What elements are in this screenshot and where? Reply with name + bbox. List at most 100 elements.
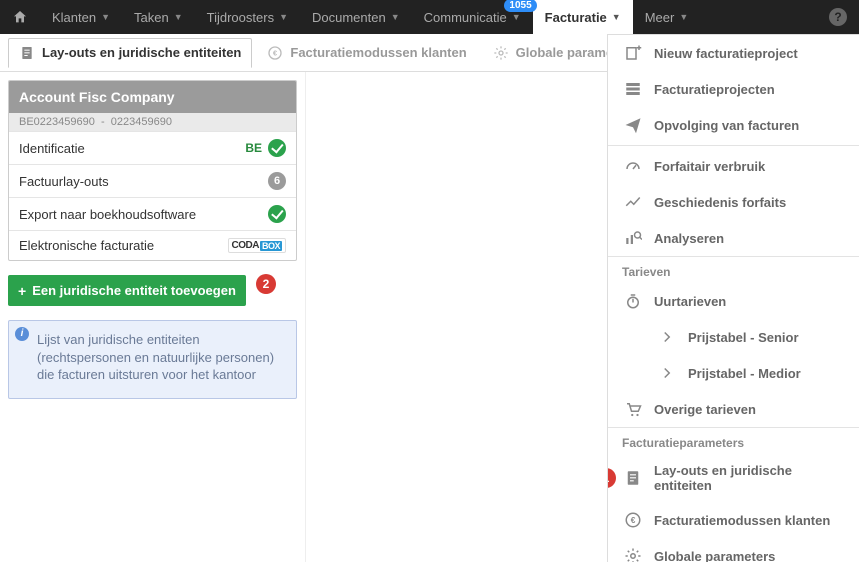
- nav-label: Documenten: [312, 10, 386, 25]
- nav-documenten[interactable]: Documenten ▼: [300, 0, 412, 34]
- entity-card[interactable]: Account Fisc Company BE0223459690 - 0223…: [8, 80, 297, 261]
- nav-label: Klanten: [52, 10, 96, 25]
- menu-label: Facturatieprojecten: [654, 82, 775, 97]
- caret-down-icon: ▼: [512, 12, 521, 22]
- menu-uurtarieven[interactable]: Uurtarieven: [608, 283, 859, 319]
- menu-label: Geschiedenis forfaits: [654, 195, 786, 210]
- entity-card-title: Account Fisc Company: [9, 81, 296, 113]
- menu-globale-parameters[interactable]: Globale parameters: [608, 538, 859, 562]
- section-tarieven: Tarieven: [608, 256, 859, 283]
- row-factuurlayouts[interactable]: Factuurlay-outs 6: [9, 164, 296, 197]
- tab-label: Lay-outs en juridische entiteiten: [42, 45, 241, 60]
- callout-2: 2: [256, 274, 276, 294]
- caret-down-icon: ▼: [391, 12, 400, 22]
- row-elektronische-facturatie[interactable]: Elektronische facturatie CODABOX: [9, 230, 296, 260]
- info-text: Lijst van juridische entiteiten (rechtsp…: [37, 331, 284, 384]
- menu-label: Facturatiemodussen klanten: [654, 513, 830, 528]
- menu-prijstabel-medior[interactable]: Prijstabel - Medior: [608, 355, 859, 391]
- menu-facturatieprojecten[interactable]: Facturatieprojecten: [608, 71, 859, 107]
- menu-label: Prijstabel - Senior: [688, 330, 799, 345]
- button-label: Een juridische entiteit toevoegen: [32, 283, 236, 298]
- menu-prijstabel-senior[interactable]: Prijstabel - Senior: [608, 319, 859, 355]
- nav-label: Communicatie: [424, 10, 507, 25]
- menu-layouts-entities[interactable]: 1 Lay-outs en juridische entiteiten: [608, 454, 859, 502]
- home-icon: [12, 9, 28, 25]
- nav-tijdroosters[interactable]: Tijdroosters ▼: [195, 0, 300, 34]
- projects-icon: [624, 80, 642, 98]
- menu-label: Globale parameters: [654, 549, 775, 562]
- nav-facturatie[interactable]: Facturatie ▼: [533, 0, 633, 34]
- menu-label: Uurtarieven: [654, 294, 726, 309]
- euro-icon: €: [267, 45, 283, 61]
- gauge-icon: [624, 157, 642, 175]
- row-identificatie[interactable]: Identificatie BE: [9, 131, 296, 164]
- menu-label: Prijstabel - Medior: [688, 366, 801, 381]
- menu-label: Lay-outs en juridische entiteiten: [654, 463, 845, 493]
- facturatie-dropdown: Nieuw facturatieproject Facturatieprojec…: [607, 34, 859, 562]
- top-nav: Klanten ▼ Taken ▼ Tijdroosters ▼ Documenten…: [0, 0, 859, 34]
- menu-overige-tarieven[interactable]: Overige tarieven: [608, 391, 859, 427]
- nav-label: Tijdroosters: [207, 10, 274, 25]
- info-box: i Lijst van juridische entiteiten (recht…: [8, 320, 297, 399]
- tab-facturatiemodussen[interactable]: € Facturatiemodussen klanten: [256, 38, 477, 68]
- row-label: Factuurlay-outs: [19, 174, 109, 189]
- menu-label: Overige tarieven: [654, 402, 756, 417]
- caret-down-icon: ▼: [101, 12, 110, 22]
- menu-geschiedenis-forfaits[interactable]: Geschiedenis forfaits: [608, 184, 859, 220]
- entity-card-subheader: BE0223459690 - 0223459690: [9, 113, 296, 131]
- callout-1: 1: [607, 468, 616, 488]
- menu-analyseren[interactable]: Analyseren: [608, 220, 859, 256]
- row-label: Identificatie: [19, 141, 85, 156]
- menu-forfaitair-verbruik[interactable]: Forfaitair verbruik: [608, 148, 859, 184]
- nav-home[interactable]: [0, 0, 40, 34]
- country-code: BE: [245, 141, 262, 155]
- cart-icon: [624, 400, 642, 418]
- nav-taken[interactable]: Taken ▼: [122, 0, 195, 34]
- tab-label: Facturatiemodussen klanten: [290, 45, 466, 60]
- row-label: Elektronische facturatie: [19, 238, 154, 253]
- chart-icon: [624, 193, 642, 211]
- section-facturatieparameters: Facturatieparameters: [608, 427, 859, 454]
- menu-label: Nieuw facturatieproject: [654, 46, 798, 61]
- caret-down-icon: ▼: [174, 12, 183, 22]
- vat-number: BE0223459690: [19, 116, 95, 128]
- notification-badge: 1055: [504, 0, 536, 12]
- tab-layouts-entities[interactable]: Lay-outs en juridische entiteiten: [8, 38, 252, 68]
- menu-label: Opvolging van facturen: [654, 118, 799, 133]
- menu-label: Forfaitair verbruik: [654, 159, 765, 174]
- caret-down-icon: ▼: [612, 12, 621, 22]
- left-panel: Account Fisc Company BE0223459690 - 0223…: [0, 72, 306, 562]
- info-icon: i: [15, 327, 29, 341]
- new-project-icon: [624, 44, 642, 62]
- add-entity-button[interactable]: + Een juridische entiteit toevoegen: [8, 275, 246, 306]
- nav-label: Taken: [134, 10, 169, 25]
- nav-label: Facturatie: [545, 10, 607, 25]
- chevron-right-icon: [658, 328, 676, 346]
- row-export[interactable]: Export naar boekhoudsoftware: [9, 197, 296, 230]
- nav-klanten[interactable]: Klanten ▼: [40, 0, 122, 34]
- plus-icon: +: [18, 284, 26, 298]
- svg-text:€: €: [631, 516, 636, 525]
- menu-nieuw-facturatieproject[interactable]: Nieuw facturatieproject: [608, 35, 859, 71]
- menu-facturatiemodussen[interactable]: € Facturatiemodussen klanten: [608, 502, 859, 538]
- codabox-logo: CODABOX: [228, 238, 286, 253]
- registration-number: 0223459690: [111, 116, 172, 128]
- caret-down-icon: ▼: [679, 12, 688, 22]
- gear-icon: [493, 45, 509, 61]
- analyze-icon: [624, 229, 642, 247]
- help-icon[interactable]: ?: [829, 8, 847, 26]
- row-label: Export naar boekhoudsoftware: [19, 207, 196, 222]
- caret-down-icon: ▼: [279, 12, 288, 22]
- menu-opvolging-facturen[interactable]: Opvolging van facturen: [608, 107, 859, 143]
- document-icon: [19, 45, 35, 61]
- send-icon: [624, 116, 642, 134]
- document-icon: [624, 469, 642, 487]
- svg-text:€: €: [273, 48, 277, 57]
- chevron-right-icon: [658, 364, 676, 382]
- check-icon: [268, 205, 286, 223]
- menu-label: Analyseren: [654, 231, 724, 246]
- stopwatch-icon: [624, 292, 642, 310]
- euro-icon: €: [624, 511, 642, 529]
- nav-communicatie[interactable]: Communicatie ▼ 1055: [412, 0, 533, 34]
- nav-meer[interactable]: Meer▼: [633, 0, 701, 34]
